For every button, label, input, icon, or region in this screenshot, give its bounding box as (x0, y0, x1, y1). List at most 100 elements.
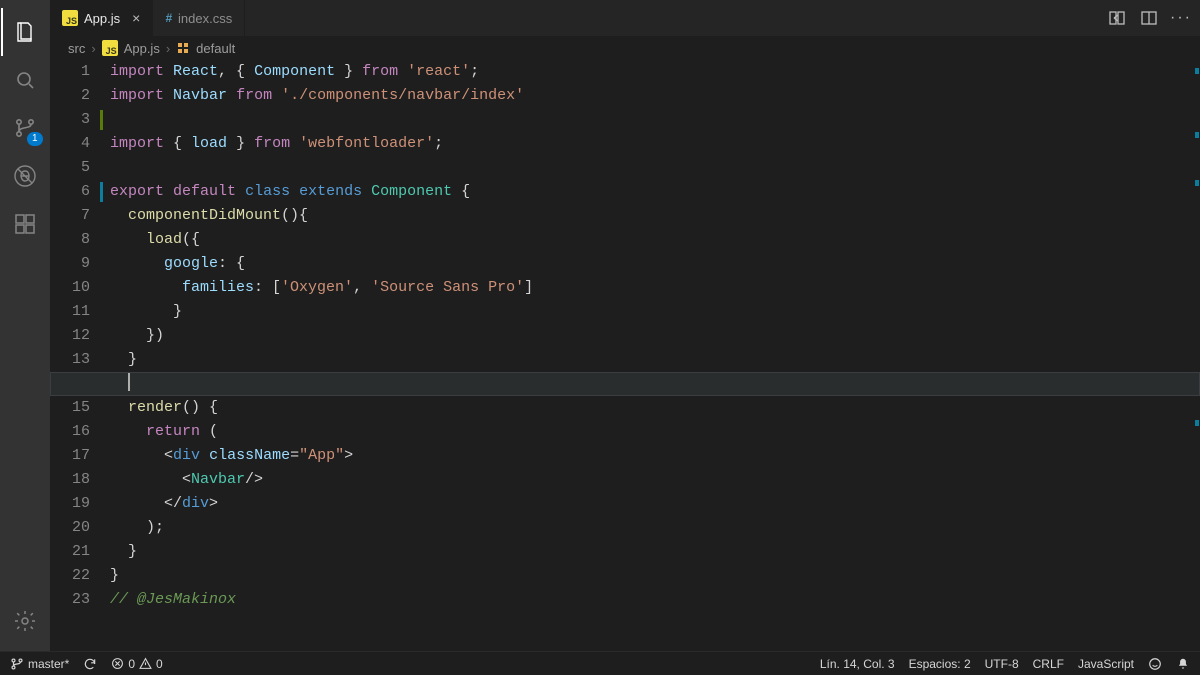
gear-icon (13, 609, 37, 633)
code-line[interactable]: families: ['Oxygen', 'Source Sans Pro'] (110, 276, 1200, 300)
breadcrumb[interactable]: src › JS App.js › default (50, 36, 1200, 60)
minimap[interactable] (1188, 60, 1200, 651)
editor-tabs: JS App.js × # index.css ··· (50, 0, 1200, 36)
files-icon (13, 20, 37, 44)
activity-debug[interactable] (1, 152, 49, 200)
code-line[interactable]: import Navbar from './components/navbar/… (110, 84, 1200, 108)
code-line[interactable]: } (110, 540, 1200, 564)
search-icon (13, 68, 37, 92)
status-bell[interactable] (1176, 657, 1190, 671)
sync-icon (83, 657, 97, 671)
more-icon[interactable]: ··· (1172, 9, 1190, 27)
code-line[interactable]: <Navbar/> (110, 468, 1200, 492)
status-branch[interactable]: master* (10, 657, 69, 671)
js-file-icon: JS (62, 10, 78, 26)
line-number: 11 (50, 300, 90, 324)
split-editor-icon[interactable] (1140, 9, 1158, 27)
git-gutter-mark (100, 110, 103, 130)
breadcrumb-folder[interactable]: src (68, 41, 85, 56)
tab-label: App.js (84, 11, 120, 26)
js-file-icon: JS (102, 40, 118, 56)
warning-count: 0 (156, 657, 163, 671)
code-line[interactable] (50, 372, 1200, 396)
code-line[interactable]: componentDidMount(){ (110, 204, 1200, 228)
activity-settings[interactable] (1, 597, 49, 645)
line-number: 10 (50, 276, 90, 300)
line-number: 20 (50, 516, 90, 540)
extensions-icon (14, 213, 36, 235)
code-line[interactable]: }) (110, 324, 1200, 348)
code-line[interactable]: export default class extends Component { (110, 180, 1200, 204)
branch-icon (10, 657, 24, 671)
editor-region: JS App.js × # index.css ··· src › (50, 0, 1200, 651)
code-line[interactable]: } (110, 300, 1200, 324)
status-eol[interactable]: CRLF (1033, 657, 1064, 671)
status-cursor[interactable]: Lín. 14, Col. 3 (820, 657, 895, 671)
text-cursor (128, 373, 130, 391)
activity-bar: 1 (0, 0, 50, 651)
git-gutter-mark (100, 182, 103, 202)
line-number: 9 (50, 252, 90, 276)
code-editor[interactable]: 1234567891011121314151617181920212223 im… (50, 60, 1200, 651)
code-line[interactable]: load({ (110, 228, 1200, 252)
line-number: 3 (50, 108, 90, 132)
activity-extensions[interactable] (1, 200, 49, 248)
activity-source-control[interactable]: 1 (1, 104, 49, 152)
chevron-right-icon: › (91, 41, 95, 56)
line-number: 13 (50, 348, 90, 372)
activity-explorer[interactable] (1, 8, 49, 56)
bell-icon (1176, 657, 1190, 671)
line-number: 8 (50, 228, 90, 252)
code-line[interactable]: return ( (110, 420, 1200, 444)
status-problems[interactable]: 0 0 (111, 657, 162, 671)
line-number: 7 (50, 204, 90, 228)
line-number: 5 (50, 156, 90, 180)
line-number: 4 (50, 132, 90, 156)
code-lines[interactable]: import React, { Component } from 'react'… (110, 60, 1200, 651)
status-sync[interactable] (83, 657, 97, 671)
tab-index-css[interactable]: # index.css (153, 0, 245, 36)
error-icon (111, 657, 124, 670)
code-line[interactable]: import { load } from 'webfontloader'; (110, 132, 1200, 156)
code-line[interactable]: render() { (110, 396, 1200, 420)
smiley-icon (1148, 657, 1162, 671)
line-number: 16 (50, 420, 90, 444)
code-line[interactable]: import React, { Component } from 'react'… (110, 60, 1200, 84)
status-encoding[interactable]: UTF-8 (985, 657, 1019, 671)
close-icon[interactable]: × (132, 10, 140, 26)
status-feedback[interactable] (1148, 657, 1162, 671)
activity-search[interactable] (1, 56, 49, 104)
code-line[interactable]: <div className="App"> (110, 444, 1200, 468)
line-number: 21 (50, 540, 90, 564)
code-line[interactable]: google: { (110, 252, 1200, 276)
symbol-icon (176, 41, 190, 55)
line-number: 22 (50, 564, 90, 588)
code-line[interactable]: // @JesMakinox (110, 588, 1200, 612)
tab-label: index.css (178, 11, 232, 26)
line-number: 15 (50, 396, 90, 420)
status-indent[interactable]: Espacios: 2 (909, 657, 971, 671)
tab-app-js[interactable]: JS App.js × (50, 0, 153, 36)
line-number: 12 (50, 324, 90, 348)
code-line[interactable]: ); (110, 516, 1200, 540)
line-gutter: 1234567891011121314151617181920212223 (50, 60, 110, 651)
status-language[interactable]: JavaScript (1078, 657, 1134, 671)
no-bug-icon (12, 163, 38, 189)
breadcrumb-symbol[interactable]: default (196, 41, 235, 56)
code-line[interactable]: } (110, 348, 1200, 372)
line-number: 17 (50, 444, 90, 468)
error-count: 0 (128, 657, 135, 671)
line-number: 23 (50, 588, 90, 612)
breadcrumb-file[interactable]: App.js (124, 41, 160, 56)
code-line[interactable]: } (110, 564, 1200, 588)
tab-actions: ··· (1108, 0, 1200, 36)
line-number: 6 (50, 180, 90, 204)
line-number: 2 (50, 84, 90, 108)
scm-badge: 1 (27, 132, 43, 146)
line-number: 18 (50, 468, 90, 492)
code-line[interactable]: </div> (110, 492, 1200, 516)
code-line[interactable] (110, 108, 1200, 132)
chevron-right-icon: › (166, 41, 170, 56)
code-line[interactable] (110, 156, 1200, 180)
compare-changes-icon[interactable] (1108, 9, 1126, 27)
